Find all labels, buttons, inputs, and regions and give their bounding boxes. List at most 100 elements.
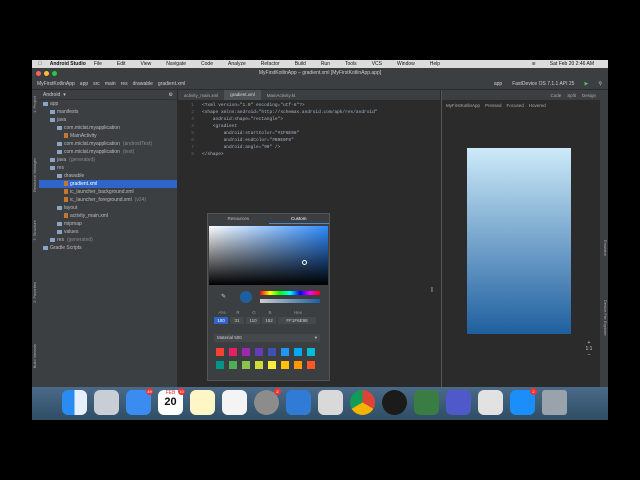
palette-swatch[interactable] [294, 348, 302, 356]
menu-item[interactable]: View [141, 61, 152, 67]
tree-item[interactable]: com.miclat.myapplication (androidTest) [39, 140, 177, 148]
teams-icon[interactable] [446, 390, 471, 415]
inkscape-icon[interactable] [382, 390, 407, 415]
notes-icon[interactable] [190, 390, 215, 415]
tree-item[interactable]: mipmap [39, 220, 177, 228]
menu-item[interactable]: Run [321, 61, 330, 67]
menu-item[interactable]: Code [201, 61, 213, 67]
preview-state[interactable]: Hovered [529, 103, 546, 108]
breadcrumb-item[interactable]: src [93, 81, 100, 87]
tool-window-tab[interactable]: Device File Explorer [601, 300, 608, 336]
view-mode-button[interactable]: Split [567, 93, 576, 98]
palette-swatch[interactable] [255, 348, 263, 356]
project-view-select[interactable]: Android [43, 92, 60, 98]
palette-swatch[interactable] [216, 361, 224, 369]
tree-item[interactable]: MainActivity [39, 132, 177, 140]
chrome-icon[interactable] [350, 390, 375, 415]
breadcrumb-item[interactable]: res [121, 81, 128, 87]
tool-window-tab[interactable]: Emulator [601, 240, 608, 256]
close-icon[interactable] [36, 71, 41, 76]
code-line[interactable]: android:shape="rectangle"> [202, 116, 283, 123]
finder-icon[interactable] [62, 390, 87, 415]
maximize-icon[interactable] [52, 71, 57, 76]
tree-item[interactable]: res (generated) [39, 236, 177, 244]
hue-slider[interactable] [260, 291, 320, 295]
view-mode-button[interactable]: Design [582, 93, 596, 98]
mail-icon[interactable]: 49 [126, 388, 153, 415]
code-line[interactable]: android:startColor="#1F6E98" [202, 130, 300, 137]
apple-icon[interactable]:  [38, 61, 42, 67]
editor-tab[interactable]: gradient.xml [224, 90, 261, 100]
picker-tab[interactable]: Resources [208, 214, 269, 224]
launchpad-icon[interactable] [94, 390, 119, 415]
minimize-icon[interactable] [44, 71, 49, 76]
system-preferences-icon[interactable]: 2 [254, 388, 281, 415]
clock[interactable]: Sat Feb 20 2:46 AM [550, 61, 594, 67]
palette-swatch[interactable] [307, 348, 315, 356]
palette-swatch[interactable] [307, 361, 315, 369]
palette-swatch[interactable] [268, 361, 276, 369]
menu-item[interactable]: File [94, 61, 102, 67]
editor-tab[interactable]: MainActivity.kt [261, 93, 301, 98]
menu-item[interactable]: Help [430, 61, 440, 67]
tool-window-tab[interactable]: Resource Manager [32, 158, 39, 192]
editor-tab[interactable]: activity_main.xml [178, 93, 224, 98]
palette-swatch[interactable] [281, 348, 289, 356]
tree-item[interactable]: java (generated) [39, 156, 177, 164]
tree-item[interactable]: ic_launcher_background.xml [39, 188, 177, 196]
tree-item[interactable]: com.miclat.myapplication [39, 124, 177, 132]
code-line[interactable]: <?xml version="1.0" encoding="utf-8"?> [202, 102, 305, 109]
tree-item[interactable]: ic_launcher_foreground.xml (v24) [39, 196, 177, 204]
screen-icon[interactable] [478, 390, 503, 415]
tree-item[interactable]: layout [39, 204, 177, 212]
menu-item[interactable]: Build [295, 61, 306, 67]
red-input[interactable]: 31 [230, 317, 244, 324]
preview-state[interactable]: Focused [507, 103, 524, 108]
tool-window-tab[interactable]: Build Variants [32, 344, 39, 368]
preview-state[interactable]: MyFirstKotlinApp [446, 103, 480, 108]
menu-item[interactable]: VCS [372, 61, 382, 67]
calendar-icon[interactable]: FEB 20 10 [158, 388, 185, 415]
material-palette-select[interactable]: Material 500 ▾ [214, 334, 320, 342]
menu-item[interactable]: Navigate [166, 61, 186, 67]
menu-item[interactable]: Window [397, 61, 415, 67]
device-select[interactable]: FastDevice OS 7.1.1 API 25 [512, 81, 574, 87]
breadcrumb-item[interactable]: main [105, 81, 116, 87]
tree-item[interactable]: gradient.xml [39, 180, 177, 188]
palette-swatch[interactable] [229, 348, 237, 356]
picker-tab[interactable]: Custom [268, 214, 329, 224]
tool-window-tab[interactable]: 7: Structure [32, 220, 39, 241]
blue-input[interactable]: 152 [262, 317, 276, 324]
tree-item[interactable]: drawable [39, 172, 177, 180]
saturation-value-area[interactable] [209, 226, 328, 285]
run-config-select[interactable]: app [494, 81, 502, 87]
tree-item[interactable]: com.miclat.myapplication (test) [39, 148, 177, 156]
palette-swatch[interactable] [242, 361, 250, 369]
alpha-slider[interactable] [260, 299, 320, 303]
palette-swatch[interactable] [229, 361, 237, 369]
palette-swatch[interactable] [242, 348, 250, 356]
menu-item[interactable]: Tools [345, 61, 357, 67]
green-input[interactable]: 110 [246, 317, 260, 324]
app-store-icon[interactable]: 2 [510, 388, 537, 415]
tool-window-tab[interactable]: 1: Project [32, 96, 39, 113]
palette-swatch[interactable] [268, 348, 276, 356]
tree-item[interactable]: java [39, 116, 177, 124]
code-line[interactable]: <gradient [202, 123, 237, 130]
trash-icon[interactable] [542, 390, 567, 415]
tree-item[interactable]: activity_main.xml [39, 212, 177, 220]
tree-item[interactable]: app [39, 100, 177, 108]
script-editor-icon[interactable] [318, 390, 343, 415]
tree-item[interactable]: manifests [39, 108, 177, 116]
hex-input[interactable]: FF1F6E98 [278, 317, 316, 324]
tool-window-tab[interactable]: 2: Favorites [32, 282, 39, 303]
android-studio-icon[interactable] [414, 390, 439, 415]
code-line[interactable]: </shape> [202, 151, 224, 158]
menu-item[interactable]: Refactor [261, 61, 280, 67]
breadcrumb-item[interactable]: drawable [133, 81, 153, 87]
code-line[interactable]: android:endColor="#B0E0F8" [202, 137, 294, 144]
tree-item[interactable]: res [39, 164, 177, 172]
eyedropper-icon[interactable]: ✎ [221, 293, 226, 300]
color-handle[interactable] [302, 260, 307, 265]
palette-swatch[interactable] [294, 361, 302, 369]
